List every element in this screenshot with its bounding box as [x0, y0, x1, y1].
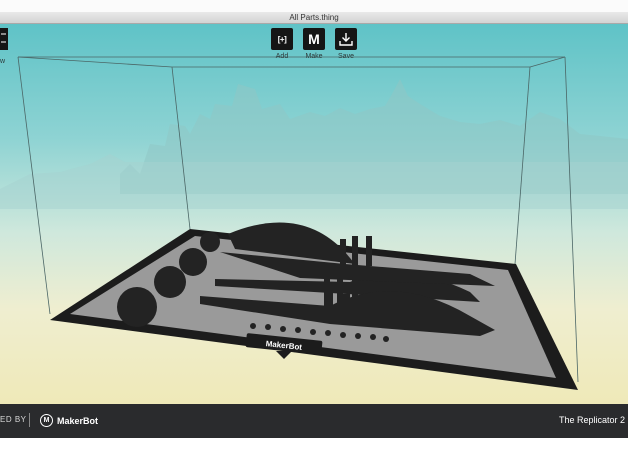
makerbot-m-icon: M [303, 28, 325, 50]
add-button[interactable]: [+] Add [269, 28, 295, 61]
view-icon [0, 28, 8, 50]
add-button-label: Add [275, 53, 289, 60]
save-button-label: Save [338, 53, 354, 60]
scene-canvas: MakerBot [0, 56, 628, 390]
bottom-strip [0, 438, 628, 472]
top-strip [0, 0, 628, 12]
window-title: All Parts.thing [289, 13, 339, 22]
makerbot-brand[interactable]: M MakerBot [40, 414, 98, 427]
footer-bar: ED BY M MakerBot The Replicator 2 [0, 404, 628, 438]
make-button-label: Make [305, 53, 323, 60]
add-icon: [+] [271, 28, 293, 50]
city-skyline-far [0, 154, 628, 209]
make-button[interactable]: M Make [301, 28, 327, 61]
powered-by-label: ED BY [0, 415, 27, 424]
view-tool-label: w [0, 58, 6, 65]
makerbot-logo-icon: M [40, 414, 53, 427]
build-viewport[interactable]: MakerBot w [+] Add M Make Save [0, 24, 628, 404]
footer-divider [29, 413, 30, 427]
download-icon [335, 28, 357, 50]
makerbot-brand-name: MakerBot [57, 415, 99, 426]
view-tool[interactable]: w [0, 28, 8, 65]
printer-name[interactable]: The Replicator 2 [559, 415, 625, 425]
window-title-bar: All Parts.thing [0, 12, 628, 24]
save-button[interactable]: Save [333, 28, 359, 61]
